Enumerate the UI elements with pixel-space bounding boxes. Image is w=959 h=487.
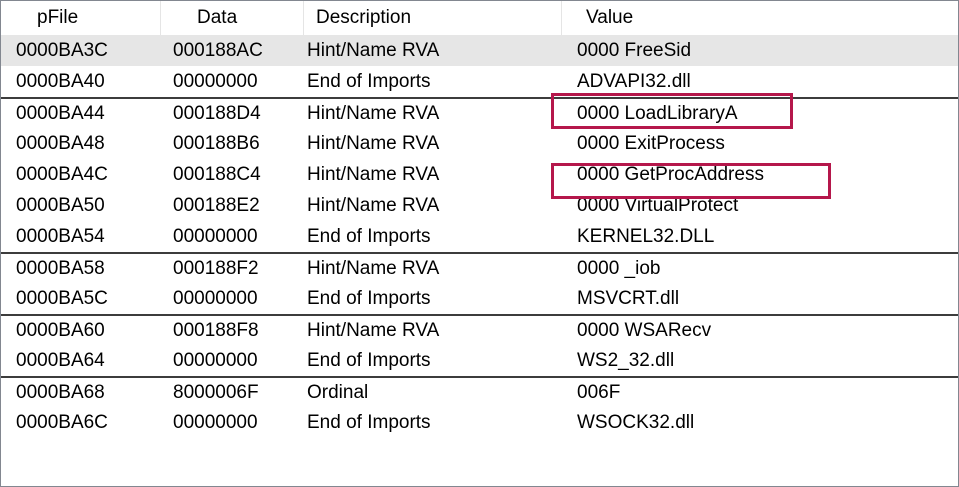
table-row[interactable]: 0000BA6C 00000000 End of Imports WSOCK32.dl…	[1, 407, 958, 438]
cell-data: 000188E2	[173, 195, 260, 216]
cell-description: Hint/Name RVA	[307, 320, 440, 341]
cell-pfile: 0000BA64	[16, 350, 105, 371]
cell-value: WSOCK32.dll	[577, 412, 695, 433]
cell-value: 0000 GetProcAddress	[577, 164, 764, 185]
table-row[interactable]: 0000BA3C 000188AC Hint/Name RVA 0000 FreeSi…	[1, 35, 958, 66]
cell-value: 0000 _iob	[577, 258, 661, 279]
table-body: 0000BA3C 000188AC Hint/Name RVA 0000 FreeSi…	[1, 35, 958, 438]
cell-data: 00000000	[173, 226, 258, 247]
cell-pfile: 0000BA4C	[16, 164, 108, 185]
cell-value: 0000 FreeSid	[577, 40, 692, 61]
cell-description: Hint/Name RVA	[307, 258, 440, 279]
cell-value: ADVAPI32.dll	[577, 71, 691, 92]
cell-pfile: 0000BA58	[16, 258, 105, 279]
cell-value: 0000 VirtualProtect	[577, 195, 739, 216]
cell-pfile: 0000BA68	[16, 382, 105, 403]
cell-data: 000188F2	[173, 258, 259, 279]
cell-pfile: 0000BA40	[16, 71, 105, 92]
cell-data: 000188F8	[173, 320, 259, 341]
cell-data: 000188C4	[173, 164, 261, 185]
table-row[interactable]: 0000BA64 00000000 End of Imports WS2_32.dll	[1, 345, 958, 376]
cell-description: End of Imports	[307, 412, 431, 433]
cell-description: Hint/Name RVA	[307, 103, 440, 124]
cell-description: End of Imports	[307, 350, 431, 371]
column-header-data[interactable]: Data	[161, 1, 304, 35]
cell-value: MSVCRT.dll	[577, 288, 680, 309]
cell-description: Ordinal	[307, 382, 369, 403]
column-header-description[interactable]: Description	[304, 1, 562, 35]
cell-data: 00000000	[173, 350, 258, 371]
table-row[interactable]: 0000BA5C 00000000 End of Imports MSVCRT.dll	[1, 283, 958, 314]
cell-data: 00000000	[173, 288, 258, 309]
cell-pfile: 0000BA3C	[16, 40, 108, 61]
cell-value: WS2_32.dll	[577, 350, 675, 371]
cell-data: 8000006F	[173, 382, 259, 403]
table-row[interactable]: 0000BA48 000188B6 Hint/Name RVA 0000 ExitPr…	[1, 128, 958, 159]
cell-value: 0000 LoadLibraryA	[577, 103, 738, 124]
table-row[interactable]: 0000BA40 00000000 End of Imports ADVAPI32.d…	[1, 66, 958, 97]
cell-pfile: 0000BA48	[16, 133, 105, 154]
cell-pfile: 0000BA44	[16, 103, 105, 124]
cell-pfile: 0000BA54	[16, 226, 105, 247]
cell-description: Hint/Name RVA	[307, 40, 440, 61]
cell-description: Hint/Name RVA	[307, 195, 440, 216]
column-header-value[interactable]: Value	[562, 1, 958, 35]
cell-pfile: 0000BA50	[16, 195, 105, 216]
import-table-view[interactable]: pFile Data Description Value 0000BA3C 000…	[0, 0, 959, 487]
cell-description: End of Imports	[307, 288, 431, 309]
table-row[interactable]: 0000BA4C 000188C4 Hint/Name RVA 0000 GetPro…	[1, 159, 958, 190]
cell-description: End of Imports	[307, 71, 431, 92]
table-row[interactable]: 0000BA68 8000006F Ordinal 006F	[1, 376, 958, 407]
cell-data: 000188AC	[173, 40, 263, 61]
cell-data: 00000000	[173, 71, 258, 92]
table-row[interactable]: 0000BA60 000188F8 Hint/Name RVA 0000 WSARec…	[1, 314, 958, 345]
cell-value: 0000 ExitProcess	[577, 133, 725, 154]
cell-description: Hint/Name RVA	[307, 164, 440, 185]
column-header-pfile[interactable]: pFile	[1, 1, 161, 35]
table-row[interactable]: 0000BA50 000188E2 Hint/Name RVA 0000 Virtua…	[1, 190, 958, 221]
table-row[interactable]: 0000BA58 000188F2 Hint/Name RVA 0000 _iob	[1, 252, 958, 283]
cell-value: KERNEL32.DLL	[577, 226, 715, 247]
cell-data: 000188B6	[173, 133, 260, 154]
cell-data: 00000000	[173, 412, 258, 433]
cell-pfile: 0000BA5C	[16, 288, 108, 309]
column-header-bar: pFile Data Description Value	[1, 1, 958, 36]
cell-pfile: 0000BA60	[16, 320, 105, 341]
cell-data: 000188D4	[173, 103, 261, 124]
cell-value: 006F	[577, 382, 621, 403]
cell-description: End of Imports	[307, 226, 431, 247]
table-row[interactable]: 0000BA44 000188D4 Hint/Name RVA 0000 LoadLi…	[1, 97, 958, 128]
cell-description: Hint/Name RVA	[307, 133, 440, 154]
cell-pfile: 0000BA6C	[16, 412, 108, 433]
cell-value: 0000 WSARecv	[577, 320, 712, 341]
table-row[interactable]: 0000BA54 00000000 End of Imports KERNEL32.D…	[1, 221, 958, 252]
